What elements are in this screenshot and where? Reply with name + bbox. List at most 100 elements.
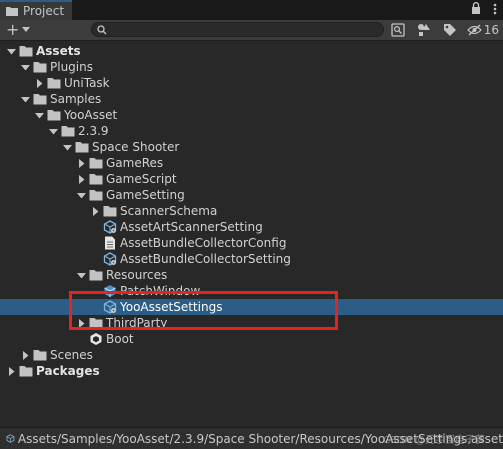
chevron-right-icon[interactable] <box>76 158 86 168</box>
prefab-icon <box>103 284 117 298</box>
scriptable-object-icon <box>6 434 15 443</box>
chevron-down-icon[interactable] <box>20 62 30 72</box>
tree-row[interactable]: AssetBundleCollectorConfig <box>0 235 503 251</box>
folder-icon <box>47 76 61 90</box>
search-by-type-icon[interactable] <box>389 21 407 39</box>
unity-scene-icon <box>89 332 103 346</box>
folder-icon <box>103 204 117 218</box>
chevron-right-icon[interactable] <box>34 78 44 88</box>
folder-open-icon <box>89 268 103 282</box>
filter-by-label-icon[interactable] <box>415 21 433 39</box>
chevron-down-icon[interactable] <box>76 270 86 280</box>
chevron-right-icon[interactable] <box>76 174 86 184</box>
eye-hidden-icon <box>466 24 482 36</box>
tree-row[interactable]: 2.3.9 <box>0 123 503 139</box>
chevron-down-icon[interactable] <box>22 27 30 32</box>
tree-item-label: GameRes <box>106 156 164 170</box>
toolbar: + 16 <box>0 20 503 41</box>
chevron-right-icon[interactable] <box>76 318 86 328</box>
tree-item-label: GameScript <box>106 172 177 186</box>
tree-row[interactable]: Assets <box>0 43 503 59</box>
tree-row[interactable]: Boot <box>0 331 503 347</box>
tree-item-label: Scenes <box>50 348 93 362</box>
tree-item-label: Packages <box>36 364 100 378</box>
chevron-down-icon[interactable] <box>6 46 16 56</box>
scriptable-object-icon <box>103 300 117 314</box>
tree-item-label: YooAssetSettings <box>120 300 223 314</box>
chevron-right-icon[interactable] <box>6 366 16 376</box>
tree-row[interactable]: YooAssetSettings <box>0 299 503 315</box>
tree-item-label: YooAsset <box>64 108 118 122</box>
foldout-spacer <box>76 334 86 344</box>
folder-open-icon <box>47 108 61 122</box>
document-icon <box>103 236 117 250</box>
tree-item-label: 2.3.9 <box>78 124 109 138</box>
folder-icon <box>33 348 47 362</box>
chevron-down-icon[interactable] <box>20 94 30 104</box>
tree-row[interactable]: GameSetting <box>0 187 503 203</box>
tree-row[interactable]: Scenes <box>0 347 503 363</box>
tree-item-label: ScannerSchema <box>120 204 218 218</box>
lock-icon[interactable] <box>471 2 481 15</box>
tree-row[interactable]: AssetBundleCollectorSetting <box>0 251 503 267</box>
chevron-down-icon[interactable] <box>48 126 58 136</box>
foldout-spacer <box>90 302 100 312</box>
tree-row[interactable]: PatchWindow <box>0 283 503 299</box>
foldout-spacer <box>90 254 100 264</box>
tree-item-label: ThirdParty <box>106 316 168 330</box>
tree-item-label: AssetBundleCollectorConfig <box>120 236 287 250</box>
favorites-tag-icon[interactable] <box>441 21 459 39</box>
tree-row[interactable]: UniTask <box>0 75 503 91</box>
tab-bar: Project <box>0 0 503 20</box>
folder-open-icon <box>33 92 47 106</box>
more-options-icon[interactable] <box>493 3 497 15</box>
tree-row[interactable]: ThirdParty <box>0 315 503 331</box>
tree-row[interactable]: Resources <box>0 267 503 283</box>
foldout-spacer <box>90 238 100 248</box>
tab-actions <box>471 2 497 15</box>
tree-item-label: Plugins <box>50 60 93 74</box>
chevron-down-icon[interactable] <box>34 110 44 120</box>
tree-row[interactable]: Space Shooter <box>0 139 503 155</box>
folder-open-icon <box>33 60 47 74</box>
folder-icon <box>19 364 33 378</box>
tree-item-label: GameSetting <box>106 188 185 202</box>
folder-open-icon <box>61 124 75 138</box>
chevron-right-icon[interactable] <box>20 350 30 360</box>
chevron-down-icon[interactable] <box>62 142 72 152</box>
tree-item-label: AssetBundleCollectorSetting <box>120 252 291 266</box>
foldout-spacer <box>90 222 100 232</box>
search-input[interactable] <box>110 23 375 36</box>
folder-icon <box>89 316 103 330</box>
tab-project-label: Project <box>23 4 65 18</box>
tree-row[interactable]: AssetArtScannerSetting <box>0 219 503 235</box>
scriptable-object-icon <box>103 220 117 234</box>
tree-row[interactable]: ScannerSchema <box>0 203 503 219</box>
tree-row[interactable]: GameRes <box>0 155 503 171</box>
folder-open-icon <box>89 188 103 202</box>
folder-open-icon <box>19 44 33 58</box>
scriptable-object-icon <box>103 252 117 266</box>
chevron-down-icon[interactable] <box>76 190 86 200</box>
tree-item-label: Boot <box>106 332 134 346</box>
tree-item-label: AssetArtScannerSetting <box>120 220 263 234</box>
tree-row[interactable]: GameScript <box>0 171 503 187</box>
tree-item-label: Assets <box>36 44 81 58</box>
search-field[interactable] <box>91 22 384 37</box>
foldout-spacer <box>90 286 100 296</box>
chevron-right-icon[interactable] <box>90 206 100 216</box>
tree-row[interactable]: Plugins <box>0 59 503 75</box>
add-button[interactable]: + <box>6 21 19 39</box>
tree-item-label: Samples <box>50 92 102 106</box>
tree-row[interactable]: Samples <box>0 91 503 107</box>
hidden-count: 16 <box>483 23 499 37</box>
hidden-packages-toggle[interactable]: 16 <box>466 23 499 37</box>
tree-item-label: Space Shooter <box>92 140 180 154</box>
tree-row[interactable]: YooAsset <box>0 107 503 123</box>
tab-project[interactable]: Project <box>0 0 72 20</box>
folder-open-icon <box>75 140 89 154</box>
search-icon <box>97 25 107 35</box>
folder-icon <box>89 172 103 186</box>
tree-row[interactable]: Packages <box>0 363 503 379</box>
folder-icon <box>6 7 18 16</box>
